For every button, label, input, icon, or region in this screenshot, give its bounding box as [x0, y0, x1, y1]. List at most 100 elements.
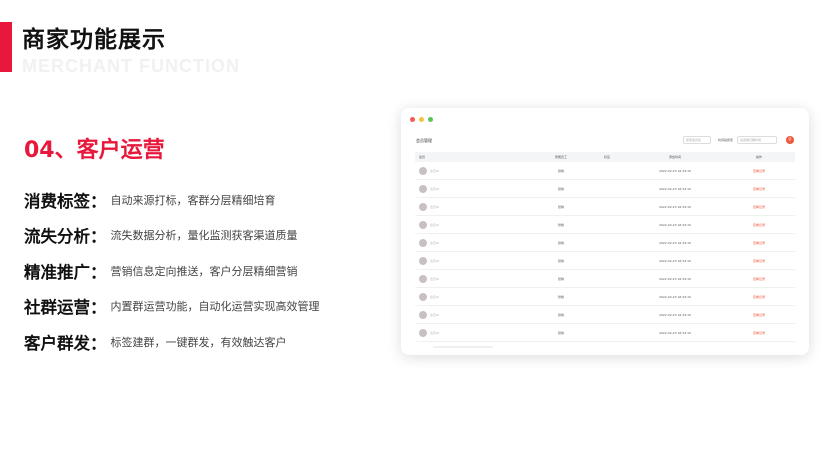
avatar [419, 310, 427, 319]
column-header: 所属员工 [554, 155, 567, 159]
staff-cell: 张棉 [557, 330, 564, 335]
staff-cell: 张棉 [557, 276, 564, 281]
maximize-dot-icon[interactable] [428, 117, 433, 122]
table-row: 会员ID 张棉 2022-02-23 16:34:10 查看记录 [415, 270, 795, 288]
staff-cell: 张棉 [557, 240, 564, 245]
close-dot-icon[interactable] [410, 117, 415, 122]
view-record-link[interactable]: 查看记录 [723, 205, 795, 209]
member-cell: 会员ID [415, 328, 535, 337]
feature-colon: ： [90, 298, 107, 318]
member-cell: 会员ID [415, 274, 535, 283]
avatar [419, 166, 427, 175]
member-search-input[interactable]: 搜索会员名 [683, 136, 711, 144]
feature-name: 消费标签 [24, 191, 90, 211]
member-name: 会员ID [430, 330, 440, 335]
column-header: 操作 [755, 155, 762, 159]
avatar [419, 220, 427, 229]
accent-bar [0, 22, 12, 72]
section-title: 04、客户运营 [24, 138, 165, 163]
avatar [419, 256, 427, 265]
view-record-link[interactable]: 查看记录 [723, 169, 795, 173]
feature-description: 标签建群，一键群发，有效触达客户 [110, 335, 287, 349]
slide-subtitle: MERCHANT FUNCTION [22, 56, 240, 76]
feature-name: 精准推广 [24, 262, 90, 282]
member-name: 会员ID [430, 258, 440, 263]
feature-description: 自动来源打标，客群分层精细培育 [110, 193, 276, 207]
time-cell: 2022-02-23 16:34:10 [659, 222, 691, 227]
time-filter-label: 时间段搜索 [718, 138, 734, 142]
view-record-link[interactable]: 查看记录 [723, 187, 795, 191]
feature-colon: ： [90, 191, 107, 211]
member-name: 会员ID [430, 240, 440, 245]
feature-list: 消费标签：自动来源打标，客群分层精细培育 流失分析：流失数据分析，量化监测获客渠… [24, 182, 320, 360]
time-cell: 2022-02-23 16:34:10 [659, 240, 691, 245]
table-row: 会员ID 张棉 2022-02-23 16:34:10 查看记录 [415, 162, 795, 180]
column-header: 添加时间 [668, 155, 681, 159]
member-cell: 会员ID [415, 202, 535, 211]
feature-item: 社群运营：内置群运营功能，自动化运营实现高效管理 [24, 289, 320, 325]
table-row-partial [415, 342, 795, 352]
time-cell: 2022-02-23 16:34:10 [659, 276, 691, 281]
view-record-link[interactable]: 查看记录 [723, 259, 795, 263]
avatar [419, 184, 427, 193]
member-name: 会员ID [430, 186, 440, 191]
table-row: 会员ID 张棉 2022-02-23 16:34:10 查看记录 [415, 306, 795, 324]
avatar [419, 274, 427, 283]
staff-cell: 张棉 [557, 258, 564, 263]
member-name: 会员ID [430, 312, 440, 317]
time-cell: 2022-02-23 16:34:10 [659, 258, 691, 263]
view-record-link[interactable]: 查看记录 [723, 313, 795, 317]
table-row: 会员ID 张棉 2022-02-23 16:34:10 查看记录 [415, 288, 795, 306]
member-cell: 会员ID [415, 166, 535, 175]
member-cell: 会员ID [415, 292, 535, 301]
table-row: 会员ID 张棉 2022-02-23 16:34:10 查看记录 [415, 234, 795, 252]
member-cell: 会员ID [415, 256, 535, 265]
time-cell: 2022-02-23 16:34:10 [659, 294, 691, 299]
time-cell: 2022-02-23 16:34:10 [659, 330, 691, 335]
feature-item: 客户群发：标签建群，一键群发，有效触达客户 [24, 324, 320, 360]
view-record-link[interactable]: 查看记录 [723, 223, 795, 227]
time-cell: 2022-02-23 16:34:10 [659, 204, 691, 209]
member-cell: 会员ID [415, 238, 535, 247]
feature-description: 营销信息定向推送，客户分层精细营销 [110, 264, 298, 278]
member-name: 会员ID [430, 222, 440, 227]
table-row: 会员ID 张棉 2022-02-23 16:34:10 查看记录 [415, 198, 795, 216]
time-cell: 2022-02-23 16:34:10 [659, 186, 691, 191]
feature-name: 客户群发 [24, 333, 90, 353]
window-page-title: 会员管理 [416, 138, 432, 143]
feature-description: 内置群运营功能，自动化运营实现高效管理 [110, 300, 320, 314]
feature-colon: ： [90, 262, 107, 282]
feature-description: 流失数据分析，量化监测获客渠道质量 [110, 229, 298, 243]
date-time-picker[interactable]: 请选择日期时间 [737, 136, 777, 144]
member-name: 会员ID [430, 168, 440, 173]
view-record-link[interactable]: 查看记录 [723, 331, 795, 335]
staff-cell: 张棉 [557, 222, 564, 227]
view-record-link[interactable]: 查看记录 [723, 241, 795, 245]
feature-colon: ： [90, 333, 107, 353]
table-header: 会员 所属员工 标签 添加时间 操作 [415, 152, 795, 162]
table-row: 会员ID 张棉 2022-02-23 16:34:10 查看记录 [415, 252, 795, 270]
staff-cell: 张棉 [557, 204, 564, 209]
avatar [419, 292, 427, 301]
table-row: 会员ID 张棉 2022-02-23 16:34:10 查看记录 [415, 180, 795, 198]
staff-cell: 张棉 [557, 168, 564, 173]
member-name: 会员ID [430, 276, 440, 281]
member-cell: 会员ID [415, 184, 535, 193]
member-table: 会员 所属员工 标签 添加时间 操作 会员ID 张棉 2022-02-23 16:3… [415, 152, 795, 352]
table-row: 会员ID 张棉 2022-02-23 16:34:10 查看记录 [415, 216, 795, 234]
avatar [419, 328, 427, 337]
member-cell: 会员ID [415, 310, 535, 319]
feature-colon: ： [90, 227, 107, 247]
staff-cell: 张棉 [557, 186, 564, 191]
view-record-link[interactable]: 查看记录 [723, 295, 795, 299]
member-name: 会员ID [430, 294, 440, 299]
view-record-link[interactable]: 查看记录 [723, 277, 795, 281]
minimize-dot-icon[interactable] [419, 117, 424, 122]
avatar [419, 202, 427, 211]
column-header: 标签 [603, 155, 610, 159]
feature-name: 流失分析 [24, 227, 90, 247]
search-icon[interactable]: ⚲ [786, 136, 794, 144]
feature-item: 消费标签：自动来源打标，客群分层精细培育 [24, 182, 320, 218]
column-header: 会员 [419, 155, 426, 159]
time-cell: 2022-02-23 16:34:10 [659, 312, 691, 317]
